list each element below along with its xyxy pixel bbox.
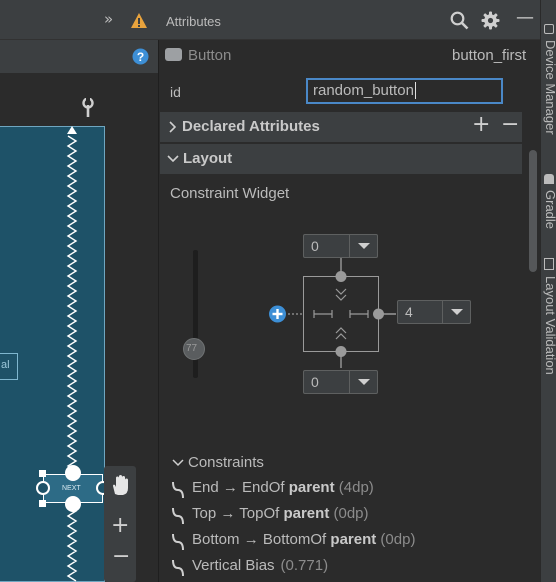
constraint-target: parent	[288, 479, 335, 496]
minimize-icon[interactable]: —	[516, 7, 534, 28]
constraint-arrow: →	[243, 531, 259, 548]
vertical-bias-value: 77	[186, 343, 198, 354]
attributes-header: Attributes —	[158, 0, 540, 40]
section-layout[interactable]: Layout	[160, 144, 522, 174]
constraint-value: (0.771)	[280, 557, 329, 574]
end-margin-value: 4	[405, 304, 413, 320]
constraint-target-side: TopOf	[239, 505, 280, 522]
constraint-row[interactable]: Bottom → BottomOf parent (0dp)	[168, 530, 528, 554]
component-type: Button	[188, 47, 232, 64]
constraint-source: Bottom	[192, 531, 240, 548]
constraint-source: Top	[192, 505, 217, 522]
canvas-button-label: NEXT	[62, 485, 81, 492]
search-icon[interactable]	[450, 11, 469, 30]
wrench-icon[interactable]	[80, 98, 96, 118]
svg-text:?: ?	[137, 50, 144, 64]
id-label: id	[170, 84, 181, 100]
tab-layout-validation[interactable]: Layout Validation	[543, 276, 556, 396]
zoom-in-icon[interactable]: +	[111, 515, 129, 537]
button-widget-icon	[165, 48, 182, 61]
constraint-link-icon	[172, 559, 184, 577]
top-margin-value: 0	[311, 238, 319, 254]
constraint-text: Bottom → BottomOf parent (0dp)	[192, 531, 415, 548]
id-input[interactable]: random_button	[306, 78, 503, 104]
constraint-value: (4dp)	[338, 479, 374, 496]
constraint-value: (0dp)	[333, 505, 369, 522]
constraint-arrow: →	[222, 479, 238, 496]
constraints-title: Constraints	[188, 454, 264, 471]
section-layout-label: Layout	[183, 150, 233, 167]
pan-hand-icon[interactable]	[110, 474, 130, 496]
tool-window-strip: Device Manager Gradle Layout Validation	[540, 0, 556, 582]
vertical-bias-thumb[interactable]: 77	[183, 338, 205, 360]
anchor-start[interactable]	[36, 481, 50, 495]
side-widget-label: al	[1, 359, 10, 371]
constraint-link-icon	[172, 507, 184, 525]
dropdown-arrow-icon	[349, 235, 377, 257]
constraint-row[interactable]: Vertical Bias (0.771)	[168, 556, 528, 580]
help-icon[interactable]: ?	[132, 48, 149, 65]
device-manager-icon	[544, 24, 554, 34]
add-start-constraint-icon[interactable]	[268, 305, 287, 323]
zoom-out-icon[interactable]: −	[112, 546, 130, 568]
gear-icon[interactable]	[481, 11, 500, 30]
resize-handle[interactable]	[39, 500, 46, 507]
chevron-down-icon	[167, 155, 179, 162]
side-widget[interactable]: al	[0, 353, 18, 380]
editor-subtoolbar: ?	[0, 40, 158, 74]
constraint-widget-title: Constraint Widget	[170, 185, 290, 202]
tab-device-manager-label: Device Manager	[543, 40, 556, 135]
tab-gradle-label: Gradle	[543, 190, 556, 230]
constraint-target-side: BottomOf	[262, 531, 327, 548]
constraint-text: Top → TopOf parent (0dp)	[192, 505, 369, 522]
constraint-target-side: EndOf	[242, 479, 285, 496]
overflow-chevron-icon[interactable]: »	[104, 10, 113, 28]
tab-gradle[interactable]: Gradle	[543, 190, 556, 236]
bottom-margin-value: 0	[311, 374, 319, 390]
constraint-row[interactable]: End → EndOf parent (4dp)	[168, 478, 528, 502]
warning-icon[interactable]	[130, 12, 148, 29]
canvas-tools: + −	[104, 466, 136, 582]
constraint-source: Vertical Bias	[192, 557, 275, 574]
end-margin-dropdown[interactable]: 4	[397, 300, 471, 324]
vertical-constraint-spring	[66, 126, 78, 582]
constraint-value: (0dp)	[380, 531, 416, 548]
constraint-text: Vertical Bias (0.771)	[192, 557, 328, 574]
component-name: button_first	[452, 47, 527, 64]
panel-title: Attributes	[166, 14, 221, 29]
bottom-margin-dropdown[interactable]: 0	[303, 370, 378, 394]
constraint-arrow: →	[220, 505, 236, 522]
constraint-row[interactable]: Top → TopOf parent (0dp)	[168, 504, 528, 528]
layout-validation-icon	[544, 258, 554, 270]
section-declared-label: Declared Attributes	[182, 118, 320, 135]
constraint-link-icon	[172, 481, 184, 499]
remove-attribute-icon[interactable]: −	[501, 112, 519, 137]
gradle-icon	[544, 174, 554, 184]
constraint-source: End	[192, 479, 219, 496]
chevron-right-icon	[169, 121, 176, 133]
panel-scrollbar[interactable]	[529, 150, 537, 272]
constraint-target: parent	[330, 531, 377, 548]
editor-toolbar: »	[0, 0, 158, 40]
constraint-text: End → EndOf parent (4dp)	[192, 479, 374, 496]
section-declared-attributes[interactable]: Declared Attributes + −	[160, 112, 522, 142]
dropdown-arrow-icon	[442, 301, 470, 323]
tab-layout-validation-label: Layout Validation	[543, 276, 556, 375]
top-margin-dropdown[interactable]: 0	[303, 234, 378, 258]
anchor-top[interactable]	[65, 465, 81, 481]
dropdown-arrow-icon	[349, 371, 377, 393]
resize-handle[interactable]	[39, 470, 46, 477]
constraint-target: parent	[283, 505, 330, 522]
id-input-value: random_button	[313, 82, 416, 99]
anchor-bottom[interactable]	[65, 496, 81, 512]
tab-device-manager[interactable]: Device Manager	[543, 40, 556, 150]
chevron-down-icon[interactable]	[172, 459, 184, 467]
add-attribute-icon[interactable]: +	[472, 112, 490, 137]
constraint-link-icon	[172, 533, 184, 551]
